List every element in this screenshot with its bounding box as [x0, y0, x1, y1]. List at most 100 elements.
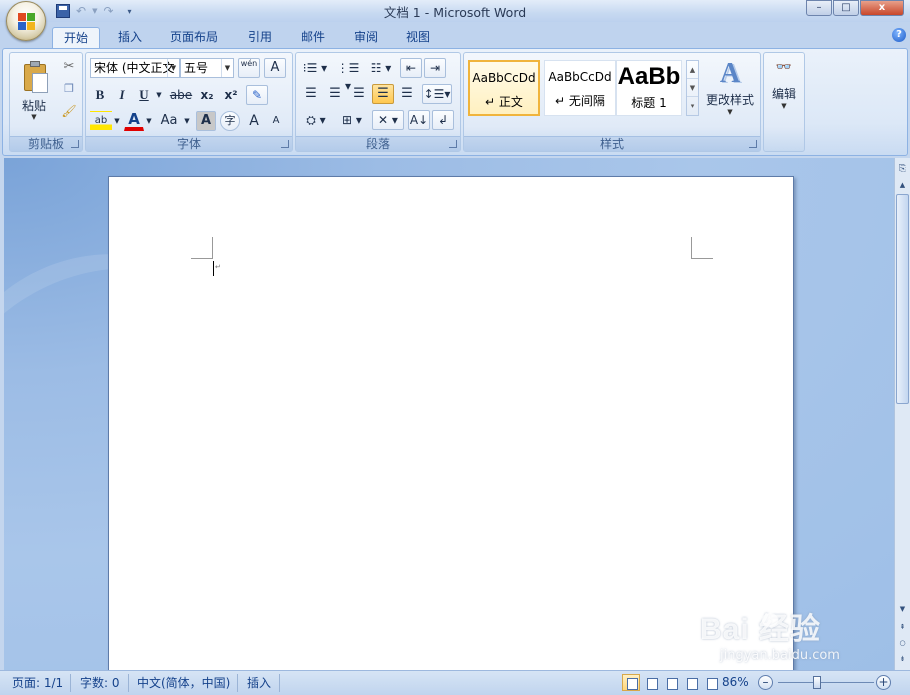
change-case-dropdown-icon[interactable]: ▼	[182, 111, 192, 131]
clear-formatting-icon[interactable]: ✎	[246, 85, 268, 105]
gallery-up-icon[interactable]: ▲	[687, 61, 698, 79]
style-no-spacing-name: ↵ 无间隔	[555, 94, 605, 108]
next-page-icon[interactable]: ⇟	[896, 652, 909, 666]
grow-font-button[interactable]: A	[244, 111, 264, 131]
highlight-dropdown-icon[interactable]: ▼	[112, 111, 122, 131]
title-bar: ↶ ▼ ↷ ▾ 文档 1 - Microsoft Word – □ x	[0, 0, 910, 41]
web-layout-view-icon[interactable]	[662, 674, 680, 691]
print-layout-view-icon[interactable]	[622, 674, 640, 691]
office-button[interactable]	[6, 1, 46, 41]
minimize-button[interactable]: –	[806, 0, 832, 16]
enclose-chars-button[interactable]: 字	[220, 111, 240, 131]
zoom-slider-thumb[interactable]	[813, 676, 821, 689]
phonetic-guide-button[interactable]: wén	[238, 58, 260, 78]
align-center-icon[interactable]: ☰	[324, 84, 346, 104]
status-insert-mode[interactable]: 插入	[247, 675, 271, 691]
align-left-icon[interactable]: ☰	[300, 84, 322, 104]
tab-references[interactable]: 引用	[238, 27, 282, 49]
underline-button[interactable]: U	[134, 85, 154, 105]
sort-icon[interactable]: A↓	[408, 110, 430, 130]
status-words[interactable]: 字数: 0	[80, 675, 120, 691]
scroll-up-icon[interactable]: ▲	[896, 178, 909, 192]
numbering-icon[interactable]: ⋮☰ ▾	[332, 58, 364, 93]
shrink-font-button[interactable]: A	[266, 111, 286, 131]
paragraph-launcher-icon[interactable]	[449, 140, 457, 148]
full-screen-reading-icon[interactable]	[642, 674, 660, 691]
font-name-dropdown-icon[interactable]: ▼	[167, 59, 179, 77]
outline-view-icon[interactable]	[682, 674, 700, 691]
close-button[interactable]: x	[860, 0, 904, 16]
tab-mailings[interactable]: 邮件	[291, 27, 335, 49]
line-spacing-icon[interactable]: ↕☰▾	[422, 84, 452, 104]
decrease-indent-icon[interactable]: ⇤	[400, 58, 422, 78]
maximize-button[interactable]: □	[833, 0, 859, 16]
gallery-down-icon[interactable]: ▼	[687, 79, 698, 97]
subscript-button[interactable]: x₂	[196, 85, 218, 105]
document-page[interactable]: ↵	[108, 176, 794, 670]
status-language[interactable]: 中文(简体，中国)	[137, 675, 230, 691]
chinese-layout-icon[interactable]: ✕ ▾	[372, 110, 404, 130]
draft-view-icon[interactable]	[702, 674, 720, 691]
borders-icon[interactable]: ⊞ ▾	[336, 110, 368, 130]
tab-view[interactable]: 视图	[396, 27, 440, 49]
tab-review[interactable]: 审阅	[344, 27, 388, 49]
previous-page-icon[interactable]: ⇞	[896, 620, 909, 634]
help-icon[interactable]: ?	[892, 28, 906, 42]
superscript-button[interactable]: x²	[220, 85, 242, 105]
show-marks-icon[interactable]: ↲	[432, 110, 454, 130]
font-color-dropdown-icon[interactable]: ▼	[144, 111, 154, 131]
ruler-toggle-icon[interactable]: ⎘	[896, 162, 909, 176]
tab-home[interactable]: 开始	[52, 27, 100, 50]
increase-indent-icon[interactable]: ⇥	[424, 58, 446, 78]
editing-button[interactable]: 👓 编辑 ▼	[766, 57, 802, 127]
zoom-out-button[interactable]: –	[758, 675, 773, 690]
char-border-button[interactable]: A	[264, 58, 286, 78]
group-font: 宋体 (中文正文 ▼ 五号 ▼ wén A B I U ▼ abe x₂ x² …	[85, 52, 293, 152]
font-color-button[interactable]: A	[124, 111, 144, 131]
highlight-icon[interactable]: ab	[90, 111, 112, 131]
multilevel-list-icon[interactable]: ☷ ▾	[366, 58, 396, 78]
font-launcher-icon[interactable]	[281, 140, 289, 148]
cut-icon[interactable]: ✂	[60, 57, 78, 77]
paste-button[interactable]: 粘贴 ▼	[12, 55, 56, 133]
tab-insert[interactable]: 插入	[108, 27, 152, 49]
char-shading-button[interactable]: A	[196, 111, 216, 131]
paste-icon	[22, 61, 50, 93]
bold-button[interactable]: B	[90, 85, 110, 105]
zoom-slider-track[interactable]	[778, 682, 874, 683]
gallery-more-icon[interactable]: ▾	[687, 97, 698, 115]
style-heading-1[interactable]: AaBb 标题 1	[616, 60, 682, 116]
change-styles-button[interactable]: A 更改样式 ▼	[702, 57, 758, 133]
styles-gallery-scroll[interactable]: ▲ ▼ ▾	[686, 60, 699, 116]
change-case-button[interactable]: Aa	[156, 111, 182, 131]
clipboard-launcher-icon[interactable]	[71, 140, 79, 148]
styles-launcher-icon[interactable]	[749, 140, 757, 148]
font-size-combo[interactable]: 五号 ▼	[180, 58, 234, 78]
font-size-value: 五号	[184, 61, 209, 75]
status-page[interactable]: 页面: 1/1	[12, 675, 63, 691]
copy-icon[interactable]: ❐	[60, 79, 78, 99]
ribbon-tabs: 开始 插入 页面布局 引用 邮件 审阅 视图 ?	[0, 22, 910, 50]
font-size-dropdown-icon[interactable]: ▼	[221, 59, 233, 77]
zoom-in-button[interactable]: +	[876, 675, 891, 690]
style-no-spacing[interactable]: AaBbCcDd ↵ 无间隔	[544, 60, 616, 116]
scroll-down-icon[interactable]: ▼	[896, 602, 909, 616]
align-right-icon[interactable]: ☰	[348, 84, 370, 104]
font-name-combo[interactable]: 宋体 (中文正文 ▼	[90, 58, 180, 78]
underline-dropdown-icon[interactable]: ▼	[154, 85, 164, 105]
format-painter-icon[interactable]: 🖌	[60, 101, 78, 121]
bullets-icon[interactable]: ⁝☰ ▾	[300, 58, 330, 78]
vertical-scrollbar[interactable]: ⎘ ▲ ▼ ⇞ ○ ⇟	[894, 158, 910, 670]
scroll-thumb[interactable]	[896, 194, 909, 404]
paragraph-group-label: 段落	[296, 136, 460, 151]
italic-button[interactable]: I	[112, 85, 132, 105]
tab-page-layout[interactable]: 页面布局	[162, 27, 226, 49]
strikethrough-button[interactable]: abe	[168, 85, 194, 105]
style-normal[interactable]: AaBbCcDd ↵ 正文	[468, 60, 540, 116]
shading-icon[interactable]: ⛭ ▾	[300, 110, 332, 130]
distributed-icon[interactable]: ☰	[396, 84, 418, 104]
office-logo-icon	[18, 13, 36, 31]
browse-object-icon[interactable]: ○	[896, 636, 909, 650]
justify-icon[interactable]: ☰	[372, 84, 394, 104]
zoom-level[interactable]: 86%	[722, 675, 749, 689]
